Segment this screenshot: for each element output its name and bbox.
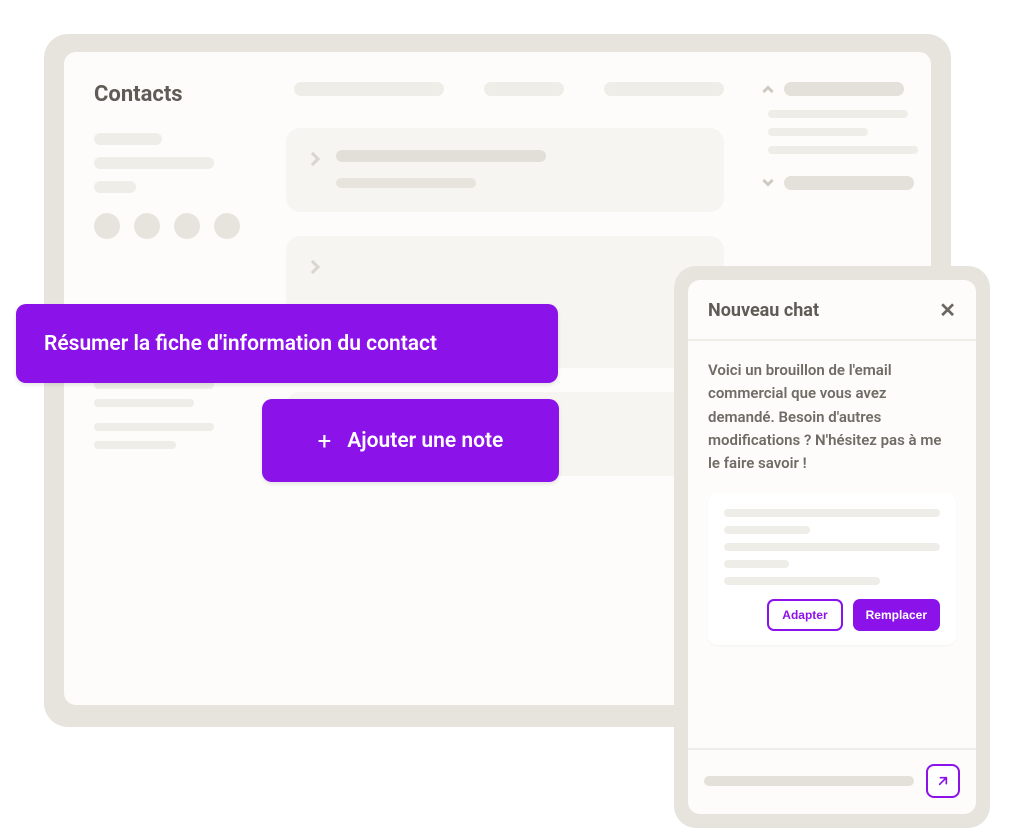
chat-panel: Nouveau chat ✕ Voici un brouillon de l'e… bbox=[674, 266, 990, 828]
avatar-placeholder[interactable] bbox=[94, 213, 120, 239]
plus-icon: + bbox=[318, 427, 332, 455]
chat-title: Nouveau chat bbox=[708, 300, 819, 321]
avatar-placeholder[interactable] bbox=[134, 213, 160, 239]
tab-placeholder[interactable] bbox=[294, 82, 444, 96]
skeleton-line bbox=[768, 110, 908, 118]
tab-placeholder[interactable] bbox=[604, 82, 724, 96]
avatar-row bbox=[94, 213, 240, 239]
arrow-up-right-icon bbox=[935, 773, 951, 789]
sidebar-title: Contacts bbox=[94, 82, 240, 107]
add-note-button[interactable]: + Ajouter une note bbox=[262, 399, 559, 482]
summarize-contact-button[interactable]: Résumer la fiche d'information du contac… bbox=[16, 304, 558, 383]
chat-header: Nouveau chat ✕ bbox=[688, 280, 976, 341]
chevron-right-icon bbox=[306, 260, 320, 274]
collapsible-section[interactable] bbox=[764, 176, 918, 190]
skeleton-line bbox=[94, 133, 162, 145]
adapt-button[interactable]: Adapter bbox=[767, 599, 842, 631]
chat-input[interactable] bbox=[704, 776, 914, 786]
chat-frame: Nouveau chat ✕ Voici un brouillon de l'e… bbox=[688, 280, 976, 814]
assistant-message: Voici un brouillon de l'email commercial… bbox=[708, 359, 956, 475]
chevron-right-icon bbox=[306, 152, 320, 166]
chat-input-row bbox=[688, 748, 976, 814]
tab-row bbox=[286, 82, 724, 96]
skeleton-line bbox=[768, 146, 918, 154]
button-label: Résumer la fiche d'information du contac… bbox=[44, 332, 437, 356]
skeleton-line bbox=[724, 543, 940, 551]
skeleton-line bbox=[724, 509, 940, 517]
replace-button[interactable]: Remplacer bbox=[853, 599, 940, 631]
skeleton-line bbox=[336, 150, 546, 162]
button-label: Ajouter une note bbox=[347, 429, 503, 453]
skeleton-line bbox=[94, 181, 136, 193]
draft-actions: Adapter Remplacer bbox=[724, 599, 940, 631]
chat-body: Voici un brouillon de l'email commercial… bbox=[688, 341, 976, 748]
chevron-up-icon bbox=[762, 85, 773, 96]
skeleton-line bbox=[94, 157, 214, 169]
skeleton-line bbox=[784, 82, 904, 96]
avatar-placeholder[interactable] bbox=[214, 213, 240, 239]
chevron-down-icon bbox=[762, 175, 773, 186]
content-card[interactable] bbox=[286, 128, 724, 212]
skeleton-line bbox=[724, 560, 789, 568]
skeleton-line bbox=[724, 577, 880, 585]
skeleton-line bbox=[768, 128, 868, 136]
skeleton-line bbox=[336, 178, 476, 188]
skeleton-line bbox=[94, 423, 214, 431]
skeleton-line bbox=[94, 399, 194, 407]
skeleton-line bbox=[94, 441, 176, 449]
close-button[interactable]: ✕ bbox=[939, 298, 956, 323]
draft-card: Adapter Remplacer bbox=[708, 493, 956, 645]
avatar-placeholder[interactable] bbox=[174, 213, 200, 239]
collapsible-section[interactable] bbox=[764, 82, 918, 96]
skeleton-line bbox=[784, 176, 914, 190]
skeleton-line bbox=[724, 526, 810, 534]
tab-placeholder[interactable] bbox=[484, 82, 564, 96]
send-button[interactable] bbox=[926, 764, 960, 798]
